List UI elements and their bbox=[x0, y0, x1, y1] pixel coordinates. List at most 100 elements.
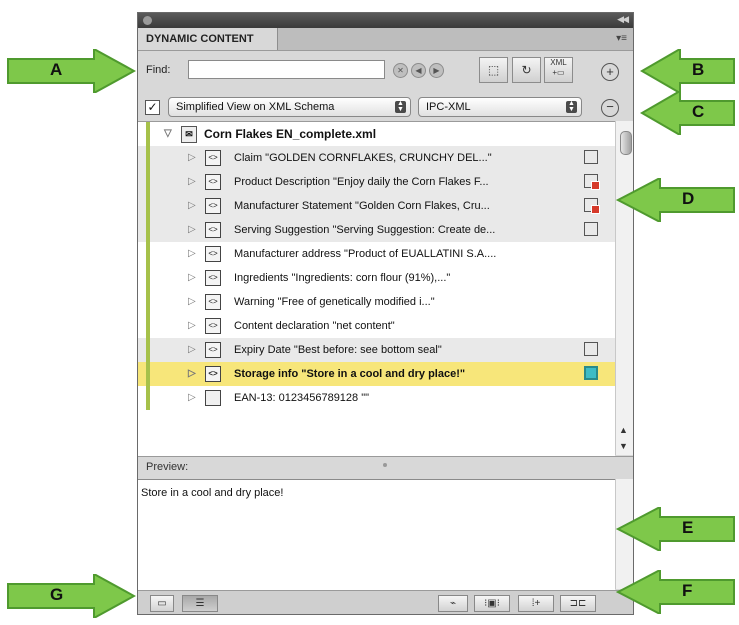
select-element-icon[interactable]: ⁝▣⁝ bbox=[474, 595, 510, 612]
preview-area[interactable]: Store in a cool and dry place! bbox=[138, 479, 615, 590]
callout-d-label: D bbox=[682, 189, 695, 208]
tree-item[interactable]: ▷ <> Product Description "Enjoy daily the … bbox=[138, 170, 615, 194]
tree-item[interactable]: ▷ <> Warning "Free of genetically modified… bbox=[138, 290, 615, 314]
left-arrow-icon bbox=[616, 507, 735, 551]
collapse-icon[interactable]: ◀◀ bbox=[617, 14, 629, 25]
single-view-icon[interactable]: ▭ bbox=[150, 595, 174, 612]
frame-icon[interactable] bbox=[584, 342, 598, 356]
expand-triangle-icon[interactable]: ▷ bbox=[188, 344, 196, 355]
callout-a-label: A bbox=[50, 60, 63, 79]
root-file-name: Corn Flakes EN_complete.xml bbox=[204, 127, 377, 141]
next-result-icon[interactable]: ▶ bbox=[429, 63, 444, 78]
active-frame-icon[interactable] bbox=[584, 366, 598, 380]
tree-scrollbar[interactable]: ▲ ▼ bbox=[615, 121, 633, 455]
callout-f: F bbox=[616, 570, 736, 614]
left-arrow-icon bbox=[616, 178, 735, 222]
expand-triangle-icon[interactable]: ▷ bbox=[188, 200, 196, 211]
place-frame-icon[interactable]: ⌁ bbox=[438, 595, 468, 612]
expand-triangle-icon[interactable]: ▷ bbox=[188, 368, 196, 379]
panel-menu-icon[interactable]: ▾≡ bbox=[616, 33, 627, 44]
tree-item[interactable]: ▷ <> Serving Suggestion "Serving Suggestio… bbox=[138, 218, 615, 242]
callout-e: E bbox=[616, 507, 736, 551]
tree-item-label: EAN-13: 0123456789128 "" bbox=[234, 392, 370, 404]
refresh-icon[interactable]: ↻ bbox=[512, 57, 541, 83]
tree-item-label: Expiry Date "Best before: see bottom sea… bbox=[234, 344, 442, 356]
tree-item-label: Serving Suggestion "Serving Suggestion: … bbox=[234, 224, 496, 236]
frame-link-icon[interactable]: ⊐⊏ bbox=[560, 595, 596, 612]
expand-triangle-icon[interactable]: ▷ bbox=[188, 152, 196, 163]
schema-view-select[interactable]: Simplified View on XML Schema ▲ ▼ bbox=[168, 97, 411, 117]
expand-triangle-icon[interactable]: ▷ bbox=[188, 176, 196, 187]
resize-grip[interactable] bbox=[383, 463, 387, 467]
link-badge-icon bbox=[591, 181, 600, 190]
tab-dynamic-content[interactable]: DYNAMIC CONTENT bbox=[138, 28, 278, 50]
dynamic-content-panel: ◀◀ DYNAMIC CONTENT ▾≡ Find: ✕ ◀ ▶ ⬚ ↻ XM… bbox=[137, 12, 634, 615]
callout-e-label: E bbox=[682, 518, 694, 537]
callout-c-label: C bbox=[692, 102, 705, 121]
previous-result-icon[interactable]: ◀ bbox=[411, 63, 426, 78]
frame-icon[interactable] bbox=[584, 222, 598, 236]
tree-item[interactable]: ▷ <> Content declaration "net content" bbox=[138, 314, 615, 338]
select-frame-icon[interactable]: ⬚ bbox=[479, 57, 508, 83]
expand-triangle-icon[interactable]: ▷ bbox=[188, 320, 196, 331]
tree-root[interactable]: ▽ ✉ Corn Flakes EN_complete.xml bbox=[138, 122, 615, 146]
find-input[interactable] bbox=[188, 60, 385, 79]
expand-triangle-icon[interactable]: ▷ bbox=[188, 392, 196, 403]
list-view-icon[interactable]: ☰ bbox=[182, 595, 218, 612]
expand-triangle-icon[interactable]: ▷ bbox=[188, 248, 196, 259]
bottom-toolbar: ▭ ☰ ⌁ ⁝▣⁝ ⁞+ ⊐⊏ bbox=[138, 590, 633, 614]
preview-label: Preview: bbox=[146, 461, 189, 473]
import-xml-icon[interactable]: XML +▭ bbox=[544, 57, 573, 83]
format-select[interactable]: IPC-XML ▲ ▼ bbox=[418, 97, 582, 117]
tree-item[interactable]: ▷ EAN-13: 0123456789128 "" bbox=[138, 386, 615, 410]
frame-icon[interactable] bbox=[584, 150, 598, 164]
status-bar-indicator bbox=[146, 362, 150, 386]
remove-icon[interactable]: − bbox=[601, 99, 619, 117]
expand-triangle-icon[interactable]: ▷ bbox=[188, 224, 196, 235]
xml-tag-icon: <> bbox=[205, 318, 221, 334]
add-icon[interactable]: + bbox=[601, 63, 619, 81]
expand-triangle-icon[interactable]: ▽ bbox=[164, 128, 172, 139]
callout-b-label: B bbox=[692, 60, 705, 79]
tree-item-label: Claim "GOLDEN CORNFLAKES, CRUNCHY DEL...… bbox=[234, 152, 492, 164]
add-element-icon[interactable]: ⁞+ bbox=[518, 595, 554, 612]
tree-item[interactable]: ▷ <> Claim "GOLDEN CORNFLAKES, CRUNCHY DEL… bbox=[138, 146, 615, 170]
clear-search-icon[interactable]: ✕ bbox=[393, 63, 408, 78]
callout-g: G bbox=[6, 574, 136, 618]
tree-item-label: Content declaration "net content" bbox=[234, 320, 395, 332]
panel-titlebar: ◀◀ bbox=[138, 13, 633, 28]
xml-tag-icon: <> bbox=[205, 198, 221, 214]
scroll-thumb[interactable] bbox=[620, 131, 632, 155]
scroll-up-icon[interactable]: ▲ bbox=[619, 425, 628, 435]
preview-text: Store in a cool and dry place! bbox=[141, 487, 284, 499]
close-icon[interactable] bbox=[143, 16, 152, 25]
xml-tag-icon: <> bbox=[205, 366, 221, 382]
xml-tag-icon: <> bbox=[205, 342, 221, 358]
xml-tree[interactable]: ▽ ✉ Corn Flakes EN_complete.xml ▷ <> Claim… bbox=[138, 121, 615, 456]
tree-item[interactable]: ▷ <> Storage info "Store in a cool and dry… bbox=[138, 362, 615, 386]
linked-frame-icon[interactable] bbox=[584, 198, 600, 214]
callout-c: C bbox=[640, 91, 736, 135]
status-bar-indicator bbox=[146, 170, 150, 194]
status-bar-indicator bbox=[146, 338, 150, 362]
status-bar-indicator bbox=[146, 146, 150, 170]
tree-item[interactable]: ▷ <> Expiry Date "Best before: see bottom … bbox=[138, 338, 615, 362]
link-badge-icon bbox=[591, 205, 600, 214]
xml-tag-icon: <> bbox=[205, 246, 221, 262]
format-value: IPC-XML bbox=[426, 101, 471, 113]
callout-b: B bbox=[640, 49, 736, 93]
tree-item-label: Warning "Free of genetically modified i.… bbox=[234, 296, 435, 308]
tree-item-label: Manufacturer address "Product of EUALLAT… bbox=[234, 248, 497, 260]
tree-item[interactable]: ▷ <> Manufacturer address "Product of EUAL… bbox=[138, 242, 615, 266]
xml-tag-icon: <> bbox=[205, 174, 221, 190]
expand-triangle-icon[interactable]: ▷ bbox=[188, 296, 196, 307]
expand-triangle-icon[interactable]: ▷ bbox=[188, 272, 196, 283]
linked-frame-icon[interactable] bbox=[584, 174, 600, 190]
xml-tag-icon: <> bbox=[205, 270, 221, 286]
right-arrow-icon bbox=[7, 49, 136, 93]
tree-item-label: Product Description "Enjoy daily the Cor… bbox=[234, 176, 489, 188]
scroll-down-icon[interactable]: ▼ bbox=[619, 441, 628, 451]
view-checkbox[interactable]: ✓ bbox=[145, 100, 160, 115]
tree-item[interactable]: ▷ <> Manufacturer Statement "Golden Corn F… bbox=[138, 194, 615, 218]
tree-item[interactable]: ▷ <> Ingredients "Ingredients: corn flour … bbox=[138, 266, 615, 290]
